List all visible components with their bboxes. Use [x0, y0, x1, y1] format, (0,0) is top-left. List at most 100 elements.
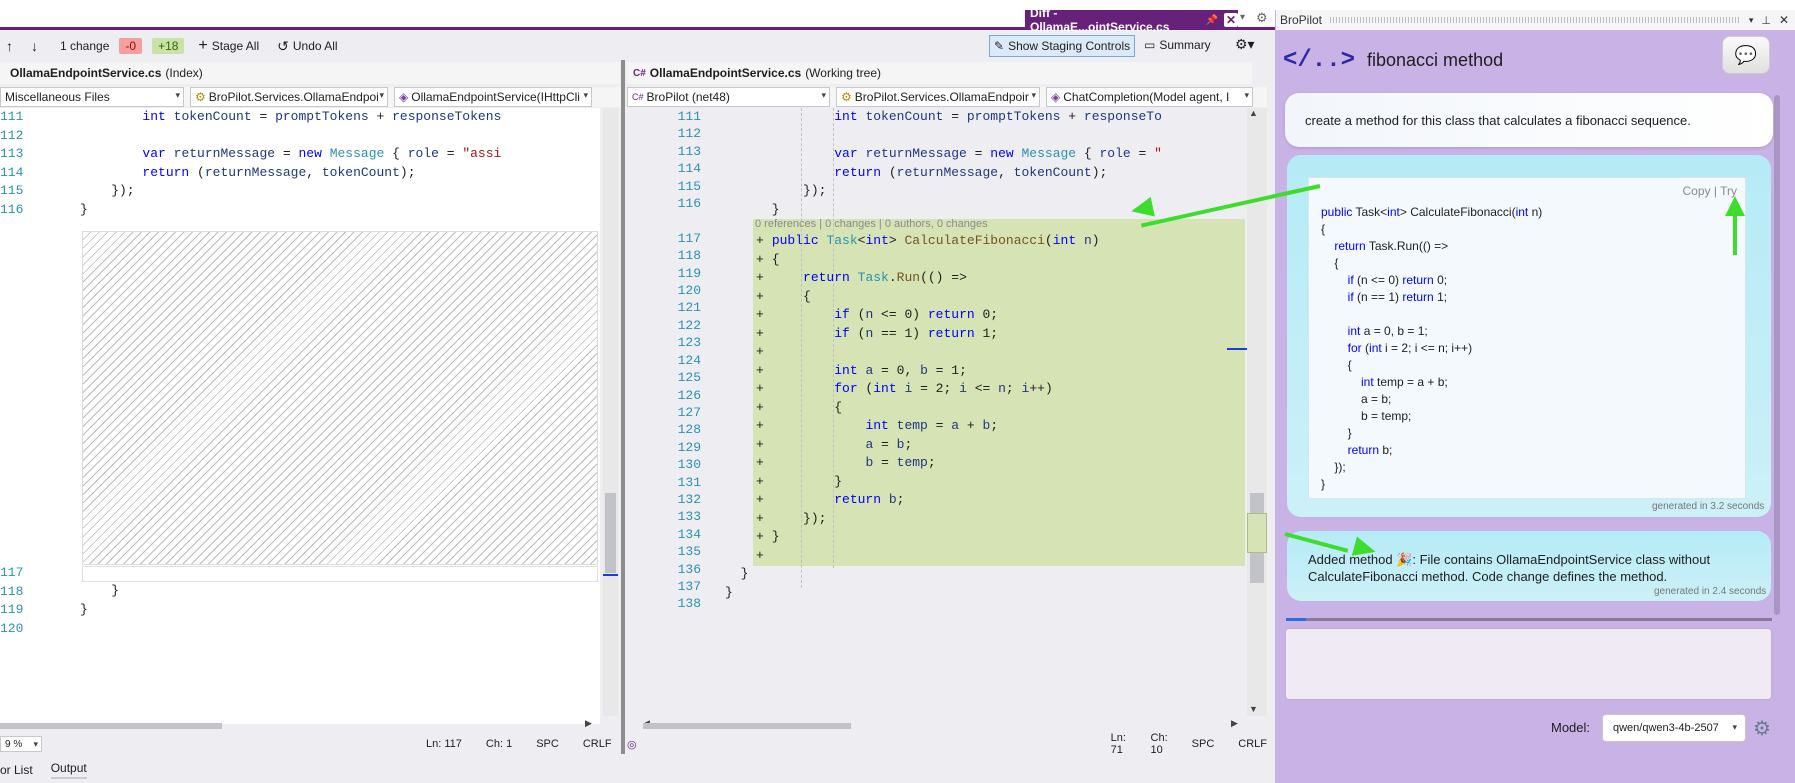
left-line-numbers-bottom: 117 118 119 120: [0, 565, 24, 636]
show-staging-label: Show Staging Controls: [1008, 39, 1131, 53]
model-label: Model:: [1551, 720, 1591, 735]
right-file-suffix: (Working tree): [805, 66, 881, 80]
left-scroll-thumb[interactable]: [605, 493, 616, 573]
options-gear-icon[interactable]: ⚙▾: [1235, 36, 1255, 53]
model-settings-gear-icon[interactable]: ⚙: [1753, 716, 1771, 741]
stage-all-button[interactable]: + Stage All: [194, 35, 263, 57]
prompt-input[interactable]: [1285, 628, 1772, 700]
scroll-change-overview: [1247, 513, 1267, 553]
left-status-bar: 9 % ▾ Ln: 117 Ch: 1 SPC CRLF: [0, 734, 620, 754]
plus-markers: + + + + + + + + + + + + + + + + + +: [756, 233, 764, 563]
edit-icon: ✎: [994, 39, 1005, 53]
left-type-combo[interactable]: ⚙ BroPilot.Services.OllamaEndpoi ▾: [190, 87, 388, 107]
scroll-right-icon[interactable]: ▶: [1231, 718, 1238, 729]
right-status-ln: Ln: 71: [1110, 732, 1126, 756]
user-prompt-text: create a method for this class that calc…: [1305, 112, 1691, 128]
chevron-down-icon: ▾: [379, 90, 384, 100]
left-nav-bar: Miscellaneous Files ▾ ⚙ BroPilot.Services.…: [0, 87, 622, 107]
chevron-down-icon: ▾: [175, 90, 180, 100]
left-file-title: OllamaEndpointService.cs: [10, 66, 162, 80]
csharp-project-icon: C#: [632, 92, 644, 102]
current-line-highlight: [82, 566, 598, 582]
tab-error-list[interactable]: or List: [0, 763, 33, 777]
left-horizontal-scrollbar[interactable]: ▶: [0, 718, 600, 732]
left-code-bottom: } }: [80, 583, 120, 617]
generated-time-2: generated in 2.4 seconds: [1654, 586, 1767, 597]
summary-label: Summary: [1159, 38, 1211, 52]
method-icon: ◈: [1051, 90, 1061, 104]
right-type-combo[interactable]: ⚙ BroPilot.Services.OllamaEndpoir ▾: [836, 87, 1040, 107]
left-vertical-scrollbar[interactable]: [603, 108, 618, 716]
left-project-combo[interactable]: Miscellaneous Files ▾: [0, 87, 184, 107]
diff-splitter[interactable]: [621, 60, 625, 754]
right-nav-bar: C# BroPilot (net48) ▾ ⚙ BroPilot.Services.O…: [627, 87, 1267, 107]
left-member-value: OllamaEndpointService(IHttpCli: [411, 90, 580, 104]
zoom-value: 9 %: [5, 738, 23, 750]
chat-bubbles-icon: 💬: [1734, 44, 1758, 65]
close-icon[interactable]: ✕: [1224, 13, 1238, 27]
right-status-spc: SPC: [1191, 738, 1215, 750]
bropilot-header: </..> fibonacci method: [1283, 35, 1788, 85]
pin-icon[interactable]: 📌: [1206, 15, 1218, 26]
tab-diff[interactable]: Diff - OllamaE...ointService.cs 📌 ✕: [1025, 6, 1238, 34]
right-horizontal-scrollbar[interactable]: ◀ ▶: [643, 718, 1243, 732]
left-pane-header: OllamaEndpointService.cs (Index): [0, 62, 620, 84]
added-badge: +18: [152, 38, 185, 54]
right-editor[interactable]: 111 112 113 114 115 116 117 118 119 120 …: [643, 108, 1245, 724]
bropilot-title-bar: BroPilot ▾ ⊥ ✕: [1276, 10, 1795, 30]
right-member-combo[interactable]: ◈ ChatCompletion(Model agent, I ▾: [1046, 87, 1253, 107]
right-status-crlf: CRLF: [1238, 738, 1267, 750]
window-dropdown-icon[interactable]: ▾: [1749, 15, 1754, 26]
left-status-crlf: CRLF: [582, 738, 612, 750]
plus-icon: +: [198, 37, 208, 54]
left-status-ln: Ln: 117: [426, 738, 462, 750]
undo-icon: ↺: [277, 37, 289, 54]
change-count: 1 change: [60, 39, 110, 53]
right-project-combo[interactable]: C# BroPilot (net48) ▾: [627, 87, 830, 107]
left-member-combo[interactable]: ◈ OllamaEndpointService(IHttpCli ▾: [394, 87, 592, 107]
tab-label: Diff - OllamaE...ointService.cs: [1030, 6, 1170, 34]
left-status-spc: SPC: [536, 738, 559, 750]
scroll-right-icon[interactable]: ▶: [585, 718, 592, 729]
csharp-file-icon: C#: [633, 67, 646, 79]
previous-change-button[interactable]: ↑: [2, 36, 17, 56]
code-card: Copy | Try public Task<int> CalculateFib…: [1308, 177, 1746, 499]
codelens-info[interactable]: 0 references | 0 changes | 0 authors, 0 …: [755, 218, 988, 230]
action-separator: |: [1713, 184, 1717, 198]
bottom-tool-tabs: or List Output: [0, 756, 1280, 783]
tab-dropdown-icon[interactable]: ▾: [1240, 12, 1245, 23]
right-status-bar: ◎ Ln: 71 Ch: 10 SPC CRLF: [627, 732, 1267, 756]
settings-gear-icon[interactable]: ⚙: [1256, 10, 1268, 26]
class-icon: ⚙: [195, 90, 206, 104]
next-change-button[interactable]: ↓: [27, 36, 42, 56]
left-project-value: Miscellaneous Files: [5, 90, 110, 104]
drag-grip[interactable]: [1330, 17, 1741, 23]
progress-bar: [1286, 618, 1772, 621]
left-line-numbers-top: 111 112 113 114 115 116: [0, 109, 24, 217]
summary-button[interactable]: ▭ Summary: [1140, 36, 1215, 54]
left-hscroll-thumb[interactable]: [0, 723, 222, 729]
right-status-ch: Ch: 10: [1150, 732, 1168, 756]
undo-all-label: Undo All: [292, 39, 338, 53]
left-scroll-marker: [603, 574, 618, 576]
new-chat-button[interactable]: 💬: [1722, 36, 1770, 74]
git-status-icon[interactable]: ◎: [627, 738, 637, 751]
generated-time-1: generated in 3.2 seconds: [1652, 501, 1765, 512]
scroll-up-icon[interactable]: ▲: [1249, 108, 1258, 118]
pin-icon[interactable]: ⊥: [1761, 14, 1771, 27]
undo-all-button[interactable]: ↺ Undo All: [273, 36, 341, 57]
right-file-title: OllamaEndpointService.cs: [649, 66, 802, 80]
zoom-combo[interactable]: 9 % ▾: [0, 736, 42, 752]
chat-scrollbar[interactable]: [1774, 95, 1780, 615]
show-staging-controls-button[interactable]: ✎ Show Staging Controls: [989, 35, 1136, 57]
copy-button[interactable]: Copy: [1683, 184, 1711, 198]
change-marker: [1227, 348, 1247, 350]
tab-output[interactable]: Output: [50, 761, 87, 779]
annotation-arrow-head: [1725, 196, 1745, 216]
method-icon: ◈: [399, 90, 409, 104]
close-panel-icon[interactable]: ✕: [1779, 13, 1789, 27]
right-hscroll-thumb[interactable]: [643, 723, 851, 729]
right-type-value: BroPilot.Services.OllamaEndpoir: [854, 90, 1029, 104]
model-select[interactable]: qwen/qwen3-4b-2507 ▾: [1602, 714, 1746, 742]
scroll-down-icon[interactable]: ▼: [1249, 704, 1258, 714]
